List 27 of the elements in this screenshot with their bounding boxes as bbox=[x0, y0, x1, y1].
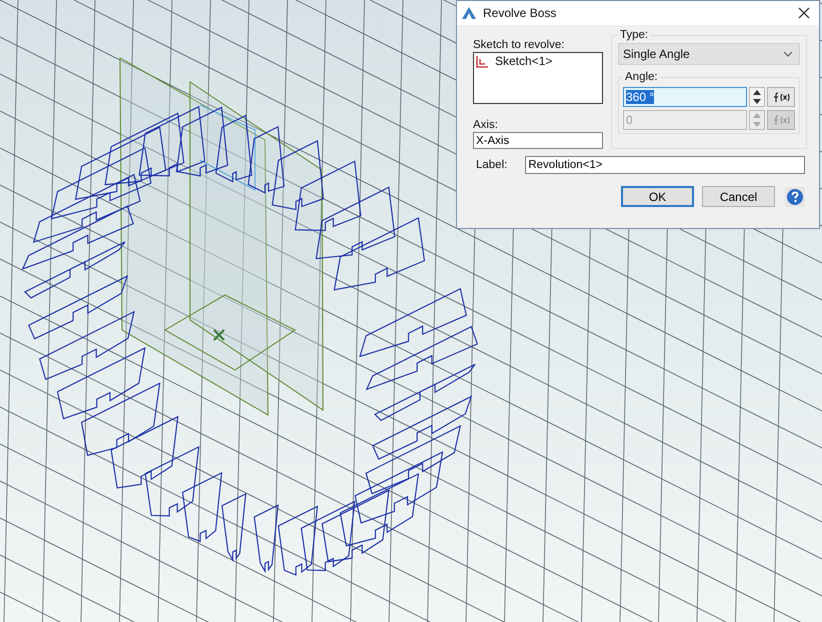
field-label: Sketch to revolve: bbox=[473, 39, 566, 51]
field-label: Label: bbox=[476, 158, 508, 170]
sketch-listbox[interactable]: Sketch<1> bbox=[473, 52, 603, 104]
function-button[interactable] bbox=[767, 87, 795, 107]
close-icon bbox=[798, 7, 810, 19]
sketch-icon bbox=[476, 54, 489, 68]
group-label: Angle: bbox=[624, 71, 659, 83]
window-title: Revolve Boss bbox=[483, 6, 558, 20]
chevron-down-icon bbox=[783, 51, 793, 57]
dialog-button[interactable]: OK bbox=[621, 186, 694, 207]
type-dropdown[interactable]: Single Angle bbox=[618, 43, 800, 65]
group-label: Type: bbox=[619, 29, 650, 41]
angle-field[interactable]: 360 ° bbox=[623, 87, 747, 107]
app-logo-icon bbox=[461, 6, 477, 20]
down-arrow-icon bbox=[753, 99, 761, 104]
function-icon bbox=[771, 92, 791, 102]
down-arrow-icon bbox=[753, 122, 761, 127]
axis-field[interactable]: X-Axis bbox=[473, 132, 603, 149]
field-label: Axis: bbox=[473, 119, 499, 131]
sketch-item[interactable]: Sketch<1> bbox=[495, 54, 552, 68]
up-arrow-icon bbox=[753, 90, 761, 95]
help-icon[interactable] bbox=[785, 186, 805, 206]
up-arrow-icon bbox=[753, 113, 761, 118]
label-field[interactable]: Revolution<1> bbox=[525, 156, 805, 174]
function-icon bbox=[771, 114, 791, 126]
spinner-control[interactable] bbox=[749, 87, 765, 107]
dialog-button[interactable]: Cancel bbox=[702, 186, 775, 207]
